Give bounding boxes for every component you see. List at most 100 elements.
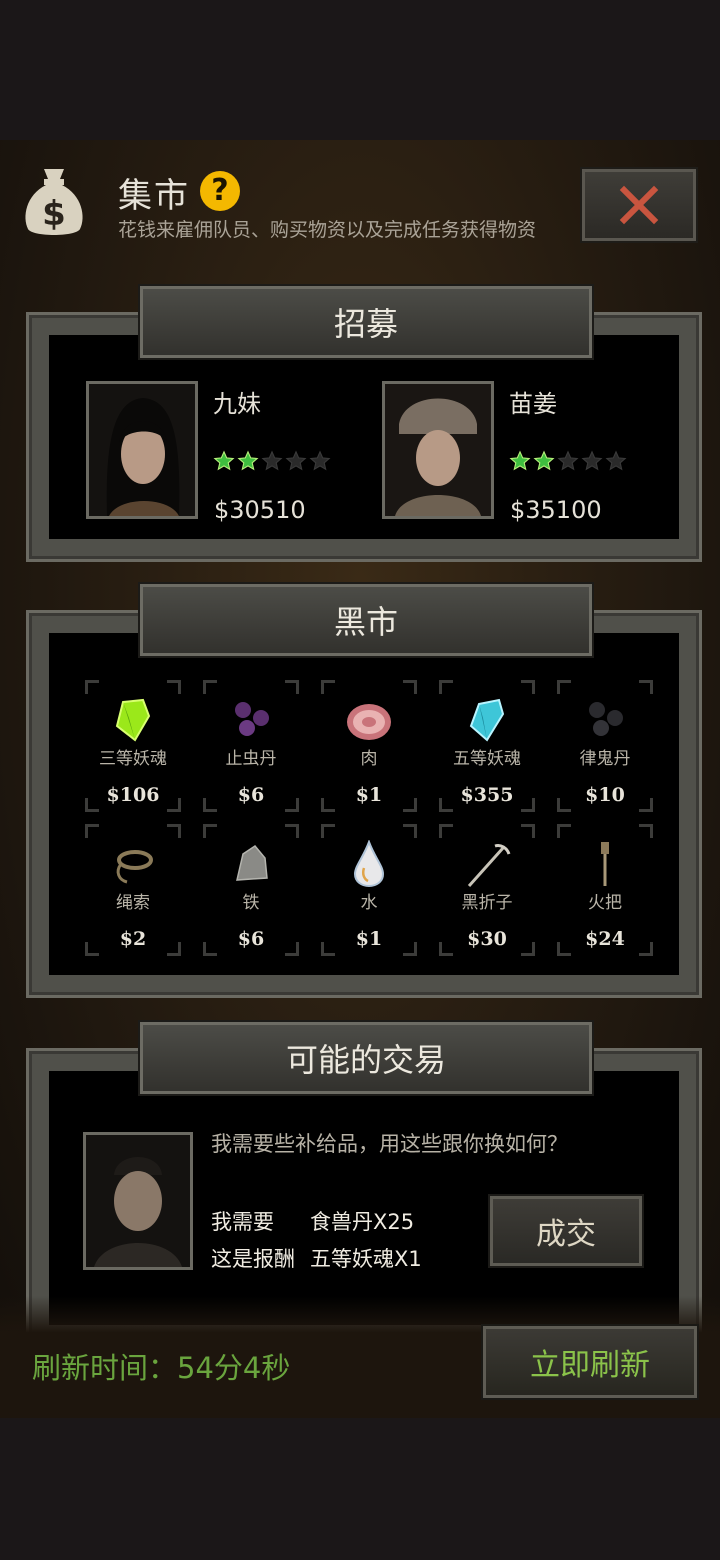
slot-corner xyxy=(167,680,181,694)
close-button[interactable] xyxy=(580,167,698,243)
slot-corner xyxy=(203,824,217,838)
slot-corner xyxy=(439,824,453,838)
market-item-price: $2 xyxy=(119,928,147,950)
pickaxe-icon xyxy=(467,844,511,888)
slot-corner xyxy=(403,680,417,694)
green-crystal-icon xyxy=(115,698,151,742)
cyan-crystal-icon xyxy=(469,698,505,742)
recruit-portrait-2[interactable] xyxy=(382,381,494,519)
slot-corner xyxy=(557,824,571,838)
slot-corner xyxy=(321,824,335,838)
market-item[interactable]: 肉 $1 xyxy=(321,680,417,816)
market-item-price: $106 xyxy=(106,784,160,806)
recruit-stars-2 xyxy=(509,450,627,472)
market-item-price: $1 xyxy=(355,928,383,950)
star-empty-icon xyxy=(285,450,307,471)
meat-icon xyxy=(347,704,391,740)
star-empty-icon xyxy=(581,450,603,471)
star-filled-icon xyxy=(533,450,555,471)
market-item-price: $24 xyxy=(585,928,625,950)
market-item[interactable]: 黑折子 $30 xyxy=(439,824,535,960)
portrait-image xyxy=(89,384,195,516)
torch-icon xyxy=(601,842,609,886)
market-item-price: $355 xyxy=(460,784,514,806)
refresh-timer: 刷新时间：54分4秒 xyxy=(32,1351,291,1385)
market-item[interactable]: 律鬼丹 $10 xyxy=(557,680,653,816)
black-market-title: 黑市 xyxy=(140,584,592,656)
market-item-price: $1 xyxy=(355,784,383,806)
trade-title: 可能的交易 xyxy=(140,1022,592,1094)
trade-need-value: 食兽丹X25 xyxy=(310,1210,415,1234)
star-empty-icon xyxy=(605,450,627,471)
market-item-price: $10 xyxy=(585,784,625,806)
slot-corner xyxy=(521,680,535,694)
market-item[interactable]: 五等妖魂 $355 xyxy=(439,680,535,816)
money-bag-icon: $ xyxy=(25,169,83,235)
refresh-now-button[interactable]: 立即刷新 xyxy=(483,1326,697,1398)
star-filled-icon xyxy=(213,450,235,471)
market-item[interactable]: 三等妖魂 $106 xyxy=(85,680,181,816)
slot-corner xyxy=(321,680,335,694)
recruit-name-1: 九妹 xyxy=(213,390,261,418)
star-filled-icon xyxy=(509,450,531,471)
slot-corner xyxy=(85,824,99,838)
recruit-name-2: 苗姜 xyxy=(509,390,557,418)
slot-corner xyxy=(557,680,571,694)
recruit-portrait-1[interactable] xyxy=(86,381,198,519)
market-item-price: $30 xyxy=(467,928,507,950)
market-item-name: 黑折子 xyxy=(461,893,513,913)
page-title: 集市 xyxy=(118,176,190,216)
market-item[interactable]: 绳索 $2 xyxy=(85,824,181,960)
market-item-price: $6 xyxy=(237,784,265,806)
purple-pills-icon xyxy=(235,702,269,736)
market-item[interactable]: 铁 $6 xyxy=(203,824,299,960)
help-icon[interactable]: ? xyxy=(200,171,240,211)
rope-icon xyxy=(116,850,153,884)
recruit-price-2: $35100 xyxy=(510,496,602,524)
deal-button[interactable]: 成交 xyxy=(490,1196,642,1266)
slot-corner xyxy=(285,680,299,694)
portrait-image xyxy=(86,1135,190,1267)
iron-ore-icon xyxy=(236,845,268,881)
market-item-price: $6 xyxy=(237,928,265,950)
recruit-title: 招募 xyxy=(140,286,592,358)
star-empty-icon xyxy=(557,450,579,471)
black-pills-icon xyxy=(589,702,623,736)
market-item-name: 火把 xyxy=(588,893,622,913)
market-item-name: 铁 xyxy=(242,893,260,913)
trade-reward-label: 这是报酬 xyxy=(211,1247,295,1271)
trade-message: 我需要些补给品，用这些跟你换如何？ xyxy=(211,1132,568,1156)
slot-corner xyxy=(203,680,217,694)
market-item[interactable]: 止虫丹 $6 xyxy=(203,680,299,816)
market-item[interactable]: 水 $1 xyxy=(321,824,417,960)
market-item[interactable]: 火把 $24 xyxy=(557,824,653,960)
slot-corner xyxy=(85,680,99,694)
trader-portrait xyxy=(83,1132,193,1270)
slot-corner xyxy=(521,824,535,838)
market-item-name: 肉 xyxy=(360,749,378,769)
recruit-price-1: $30510 xyxy=(214,496,306,524)
slot-corner xyxy=(439,680,453,694)
trade-need-label: 我需要 xyxy=(211,1210,274,1234)
market-item-name: 五等妖魂 xyxy=(453,749,521,769)
market-item-name: 水 xyxy=(360,893,378,913)
slot-corner xyxy=(403,824,417,838)
market-item-name: 三等妖魂 xyxy=(99,749,167,769)
market-item-name: 止虫丹 xyxy=(225,749,277,769)
slot-corner xyxy=(167,824,181,838)
page-subtitle: 花钱来雇佣队员、购买物资以及完成任务获得物资 xyxy=(118,219,537,241)
slot-corner xyxy=(285,824,299,838)
trade-reward-value: 五等妖魂X1 xyxy=(310,1247,422,1271)
star-filled-icon xyxy=(237,450,259,471)
recruit-stars-1 xyxy=(213,450,331,472)
market-item-name: 绳索 xyxy=(116,893,150,913)
slot-corner xyxy=(639,824,653,838)
portrait-image xyxy=(385,384,491,516)
svg-text:$: $ xyxy=(42,194,66,234)
water-drop-icon xyxy=(353,840,385,888)
close-icon xyxy=(619,185,659,225)
market-item-name: 律鬼丹 xyxy=(579,749,631,769)
star-empty-icon xyxy=(309,450,331,471)
star-empty-icon xyxy=(261,450,283,471)
slot-corner xyxy=(639,680,653,694)
